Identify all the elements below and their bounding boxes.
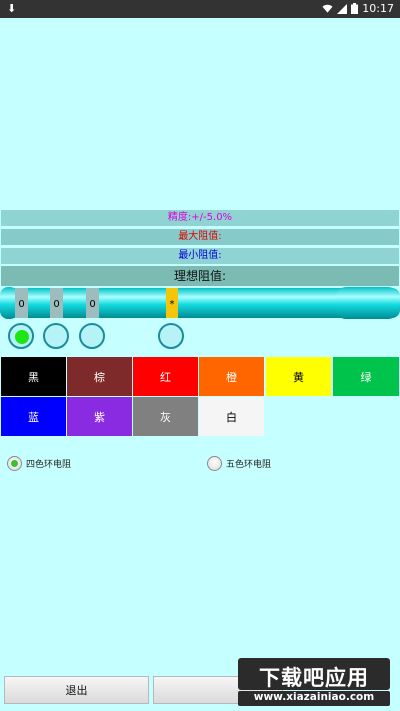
- band-1[interactable]: 0: [50, 288, 63, 318]
- five-band-radio[interactable]: 五色环电阻: [207, 456, 271, 471]
- min-resistance-label: 最小阻值:: [1, 248, 399, 264]
- band-0-label: 0: [18, 299, 24, 310]
- wifi-icon: [322, 4, 333, 13]
- radio-checked-icon: [7, 456, 22, 471]
- status-icons: 10:17: [322, 2, 394, 15]
- color-green[interactable]: 绿: [333, 357, 399, 396]
- color-gray[interactable]: 灰: [133, 397, 198, 436]
- band-selector-3[interactable]: [79, 323, 105, 349]
- band-0[interactable]: 0: [15, 288, 28, 318]
- precision-text: 精度:+/-5.0%: [167, 212, 233, 223]
- color-yellow-label: 黄: [293, 370, 304, 384]
- max-resistance-text: 最大阻值:: [178, 231, 222, 242]
- battery-icon: [351, 3, 359, 14]
- band-3-label: *: [170, 299, 175, 310]
- color-blue-label: 蓝: [28, 410, 39, 424]
- min-resistance-text: 最小阻值:: [178, 250, 222, 261]
- color-purple-label: 紫: [94, 410, 105, 424]
- color-black-label: 黑: [28, 370, 39, 384]
- band-selector-2[interactable]: [43, 323, 69, 349]
- color-purple[interactable]: 紫: [67, 397, 132, 436]
- four-band-label: 四色环电阻: [26, 460, 72, 470]
- clock: 10:17: [362, 2, 394, 15]
- five-band-label: 五色环电阻: [226, 460, 272, 470]
- band-selector-1[interactable]: [8, 323, 34, 349]
- precision-label: 精度:+/-5.0%: [1, 210, 399, 226]
- exit-button[interactable]: 退出: [4, 676, 149, 704]
- band-1-label: 0: [53, 299, 59, 310]
- band-3[interactable]: *: [166, 288, 178, 318]
- band-selector-4[interactable]: [158, 323, 184, 349]
- color-white[interactable]: 白: [199, 397, 264, 436]
- ideal-resistance-text: 理想阻值:: [173, 269, 227, 283]
- four-band-radio[interactable]: 四色环电阻: [7, 456, 71, 471]
- radio-unchecked-icon: [207, 456, 222, 471]
- color-yellow[interactable]: 黄: [266, 357, 331, 396]
- resistor-graphic: 0 0 0 *: [0, 287, 400, 319]
- color-white-label: 白: [226, 410, 237, 424]
- watermark-logo: 下载吧应用 www.xiazainiao.com: [238, 658, 390, 708]
- band-mode-group: 四色环电阻 五色环电阻: [0, 456, 400, 476]
- resistor-end-cap: [336, 287, 398, 319]
- signal-icon: [337, 3, 348, 14]
- status-bar: ⬇ 10:17: [0, 0, 400, 18]
- color-green-label: 绿: [360, 370, 372, 384]
- watermark-title: 下载吧应用: [259, 666, 369, 690]
- color-orange-label: 橙: [226, 370, 237, 384]
- download-icon: ⬇: [7, 2, 17, 15]
- color-brown-label: 棕: [94, 370, 105, 384]
- color-gray-label: 灰: [160, 410, 171, 424]
- color-black[interactable]: 黑: [1, 357, 66, 396]
- color-red[interactable]: 红: [133, 357, 198, 396]
- color-blue[interactable]: 蓝: [1, 397, 66, 436]
- band-2-label: 0: [89, 299, 95, 310]
- ideal-resistance-label: 理想阻值:: [1, 266, 399, 286]
- color-orange[interactable]: 橙: [199, 357, 264, 396]
- band-2[interactable]: 0: [86, 288, 99, 318]
- color-red-label: 红: [160, 370, 171, 384]
- max-resistance-label: 最大阻值:: [1, 229, 399, 245]
- color-brown[interactable]: 棕: [67, 357, 132, 396]
- watermark-url: www.xiazainiao.com: [253, 691, 375, 703]
- exit-button-label: 退出: [65, 684, 88, 697]
